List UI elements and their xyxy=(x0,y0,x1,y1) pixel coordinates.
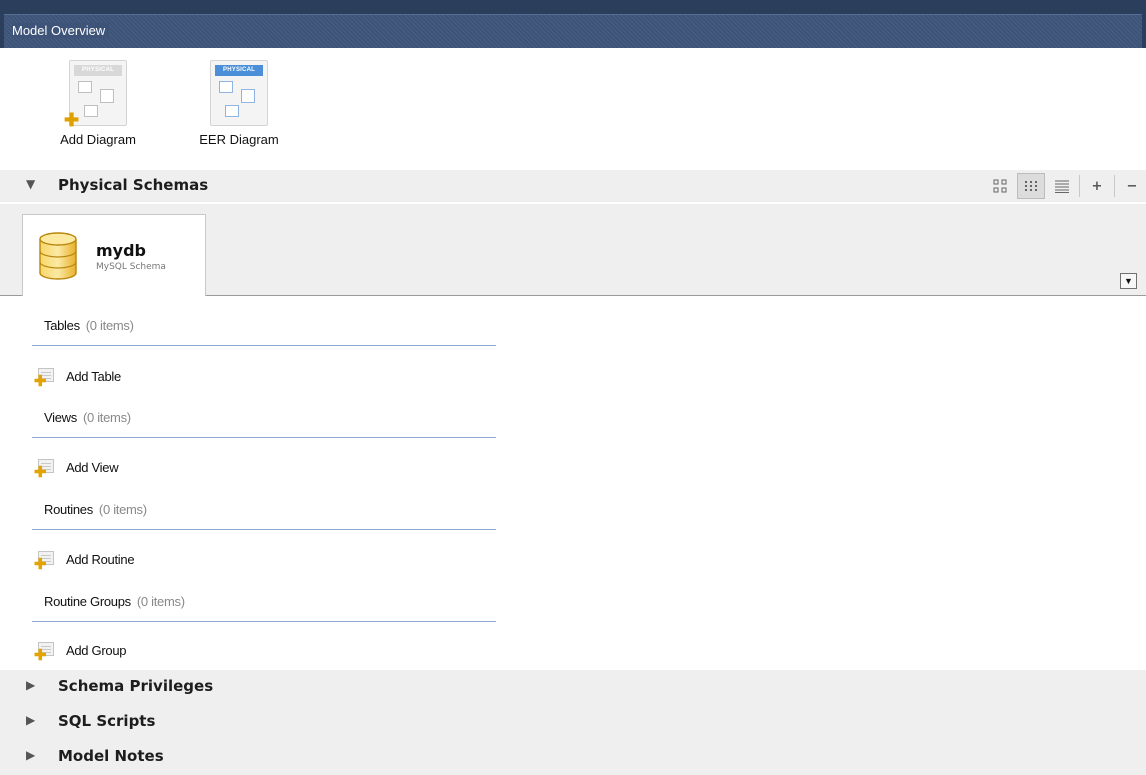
add-routine-item[interactable]: ✚ Add Routine xyxy=(34,548,135,572)
add-group-icon: ✚ xyxy=(34,640,56,663)
group-count: (0 items) xyxy=(98,502,147,517)
schema-objects: Tables (0 items) ✚ Add Table Views (0 item… xyxy=(0,296,1146,670)
group-divider xyxy=(32,621,496,622)
schema-type: MySQL Schema xyxy=(96,262,166,272)
section-title: Model Notes xyxy=(58,747,164,765)
group-title-text: Tables xyxy=(44,318,80,333)
schema-privileges-header[interactable]: ▶ Schema Privileges xyxy=(0,670,1146,705)
schema-tab-mydb[interactable]: mydb MySQL Schema xyxy=(22,214,206,297)
collapsed-arrow-icon: ▶ xyxy=(26,748,36,762)
add-diagram-icon: PHYSICAL ✚ xyxy=(64,60,127,129)
physical-schemas-header[interactable]: ▼ Physical Schemas + − xyxy=(0,170,1146,202)
remove-icon[interactable]: − xyxy=(1118,173,1146,199)
group-title-text: Routine Groups xyxy=(44,594,131,609)
section-title: Schema Privileges xyxy=(58,677,214,695)
routine-groups-group-title: Routine Groups (0 items) xyxy=(44,594,185,609)
group-divider xyxy=(32,529,496,530)
model-notes-header[interactable]: ▶ Model Notes xyxy=(0,740,1146,775)
schema-tab-strip: mydb MySQL Schema ▼ xyxy=(0,204,1146,297)
tables-group-title: Tables (0 items) xyxy=(44,318,134,333)
expanded-arrow-icon: ▼ xyxy=(26,177,36,191)
add-group-label: Add Group xyxy=(66,642,127,658)
add-routine-icon: ✚ xyxy=(34,549,56,572)
add-view-icon: ✚ xyxy=(34,457,56,480)
plus-icon: ✚ xyxy=(64,110,80,130)
group-count: (0 items) xyxy=(85,318,134,333)
collapsed-arrow-icon: ▶ xyxy=(26,713,36,727)
views-group-title: Views (0 items) xyxy=(44,410,131,425)
schema-name: mydb xyxy=(96,241,147,260)
add-view-item[interactable]: ✚ Add View xyxy=(34,456,119,480)
add-table-label: Add Table xyxy=(66,368,121,384)
sql-scripts-header[interactable]: ▶ SQL Scripts xyxy=(0,705,1146,740)
toolbar-divider xyxy=(1079,175,1080,197)
title-strip: Model Overview xyxy=(4,14,1142,48)
view-toolbar: + − xyxy=(983,170,1146,202)
group-count: (0 items) xyxy=(136,594,185,609)
collapsed-arrow-icon: ▶ xyxy=(26,678,36,692)
group-divider xyxy=(32,345,496,346)
list-view-icon[interactable] xyxy=(1048,173,1076,199)
title-bar: Model Overview xyxy=(0,0,1146,48)
small-icons-view-icon[interactable] xyxy=(1017,173,1045,199)
group-count: (0 items) xyxy=(82,410,131,425)
toolbar-divider xyxy=(1114,175,1115,197)
eer-diagram-button[interactable]: PHYSICAL EER Diagram xyxy=(184,60,294,147)
routines-group-title: Routines (0 items) xyxy=(44,502,147,517)
add-diagram-label: Add Diagram xyxy=(60,132,136,147)
group-title-text: Routines xyxy=(44,502,93,517)
schema-dropdown-button[interactable]: ▼ xyxy=(1120,273,1137,289)
add-table-item[interactable]: ✚ Add Table xyxy=(34,365,121,389)
group-divider xyxy=(32,437,496,438)
add-table-icon: ✚ xyxy=(34,366,56,389)
diagram-band: PHYSICAL xyxy=(215,65,263,76)
eer-diagram-icon: PHYSICAL xyxy=(210,60,268,126)
section-title: Physical Schemas xyxy=(58,176,209,194)
diagram-area: PHYSICAL ✚ Add Diagram PHYSICAL EER Diag… xyxy=(0,48,1146,170)
add-icon[interactable]: + xyxy=(1083,173,1111,199)
diagram-band: PHYSICAL xyxy=(74,65,122,76)
section-title: SQL Scripts xyxy=(58,712,156,730)
group-title-text: Views xyxy=(44,410,77,425)
window-title: Model Overview xyxy=(12,23,110,38)
add-group-item[interactable]: ✚ Add Group xyxy=(34,639,127,663)
add-diagram-button[interactable]: PHYSICAL ✚ Add Diagram xyxy=(43,60,153,147)
add-routine-label: Add Routine xyxy=(66,551,135,567)
database-icon xyxy=(39,232,77,280)
eer-diagram-label: EER Diagram xyxy=(199,132,279,147)
large-icons-view-icon[interactable] xyxy=(986,173,1014,199)
add-view-label: Add View xyxy=(66,459,119,475)
